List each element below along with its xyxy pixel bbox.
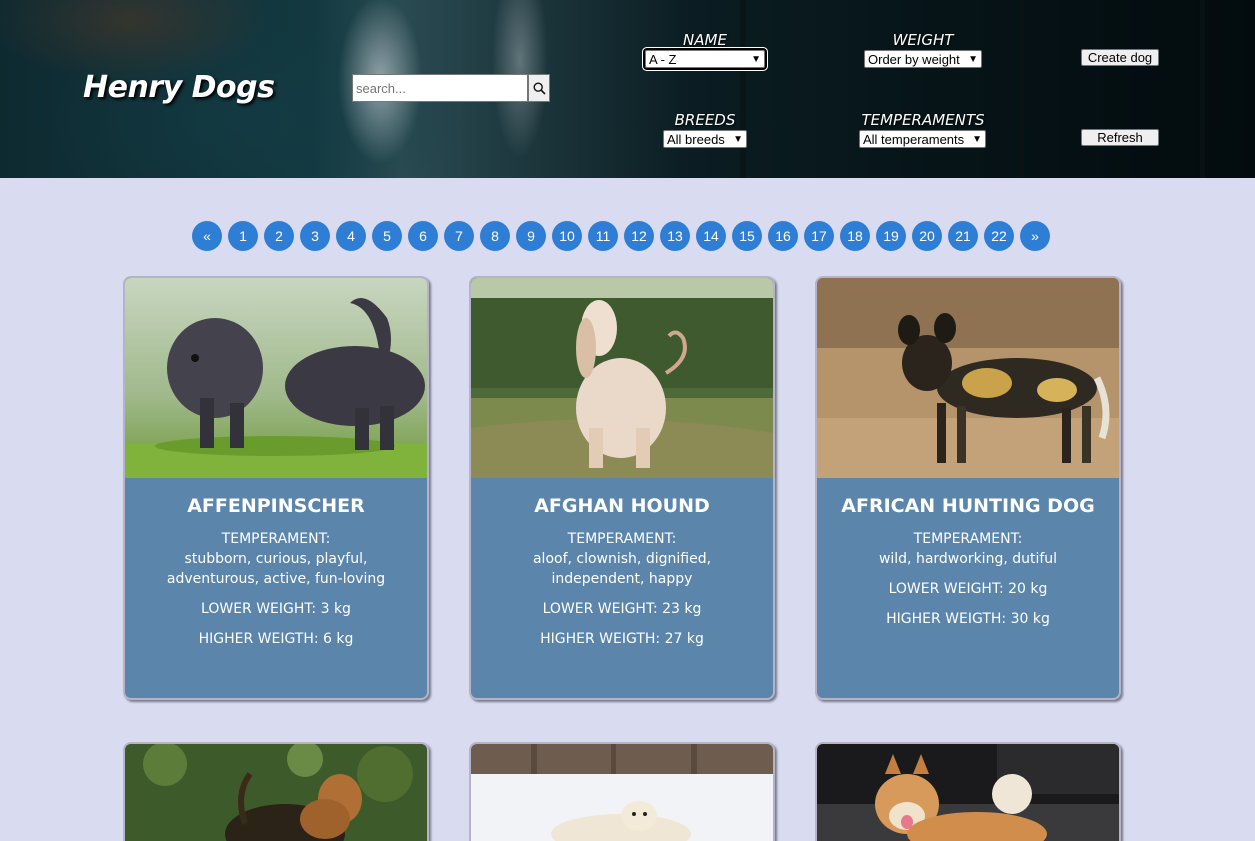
banner-tree-trunk	[1200, 0, 1205, 178]
temperaments-filter-label: TEMPERAMENTS	[861, 111, 985, 129]
dog-photo-image	[471, 744, 773, 841]
dog-card[interactable]	[123, 742, 429, 841]
banner-tree-trunk	[1020, 0, 1024, 178]
higher-weight: HIGHER WEIGTH: 6 kg	[198, 631, 354, 647]
pagination: « 1 2 3 4 5 6 7 8 9 10 11 12 13 14 15 16…	[192, 221, 1050, 251]
page-button[interactable]: 3	[300, 221, 330, 251]
temperaments-value: All temperaments	[863, 131, 965, 147]
temperament-label: TEMPERAMENT:	[913, 531, 1023, 547]
header-banner: Henry Dogs NAME A - Z ▼ WEIGHT Order by …	[0, 0, 1255, 178]
page-button[interactable]: 21	[948, 221, 978, 251]
dog-photo-image	[817, 278, 1119, 478]
dog-photo-african-hunting-dog	[817, 278, 1119, 478]
name-order-select[interactable]: A - Z ▼	[643, 48, 767, 70]
dog-name: AFRICAN HUNTING DOG	[841, 495, 1095, 517]
lower-weight: LOWER WEIGHT: 23 kg	[542, 601, 702, 617]
temperament-text: aloof, clownish, dignified, independent,…	[532, 551, 712, 587]
create-dog-button[interactable]: Create dog	[1081, 49, 1159, 66]
name-filter-label: NAME	[683, 31, 727, 49]
banner-tree-trunk	[740, 0, 746, 178]
lower-weight: LOWER WEIGHT: 20 kg	[888, 581, 1048, 597]
dog-photo-akita	[817, 744, 1119, 841]
dog-card[interactable]: AFFENPINSCHER TEMPERAMENT: stubborn, cur…	[123, 276, 429, 700]
dog-card[interactable]: AFGHAN HOUND TEMPERAMENT: aloof, clownis…	[469, 276, 775, 700]
breeds-value: All breeds	[667, 131, 725, 147]
page-button[interactable]: 8	[480, 221, 510, 251]
page-button[interactable]: 9	[516, 221, 546, 251]
page-next-button[interactable]: »	[1020, 221, 1050, 251]
higher-weight: HIGHER WEIGTH: 30 kg	[886, 611, 1050, 627]
page-button[interactable]: 10	[552, 221, 582, 251]
page-button[interactable]: 11	[588, 221, 618, 251]
page-button[interactable]: 7	[444, 221, 474, 251]
weight-order-select[interactable]: Order by weight ▼	[864, 50, 982, 68]
weight-order-value: Order by weight	[868, 51, 960, 67]
search-input[interactable]	[352, 74, 528, 102]
dog-name: AFFENPINSCHER	[187, 495, 365, 517]
temperament-text: stubborn, curious, playful, adventurous,…	[166, 551, 386, 587]
weight-filter-label: WEIGHT	[892, 31, 954, 49]
breeds-filter-label: BREEDS	[674, 111, 736, 129]
page-button[interactable]: 5	[372, 221, 402, 251]
breeds-select[interactable]: All breeds ▼	[663, 130, 747, 148]
search-icon	[532, 81, 546, 95]
temperament-text: wild, hardworking, dutiful	[878, 551, 1058, 567]
chevron-down-icon: ▼	[972, 133, 982, 145]
page-button[interactable]: 12	[624, 221, 654, 251]
page-button[interactable]: 6	[408, 221, 438, 251]
dog-photo-afghan-hound	[471, 278, 773, 478]
page-button[interactable]: 1	[228, 221, 258, 251]
chevron-down-icon: ▼	[751, 53, 761, 65]
page-prev-button[interactable]: «	[192, 221, 222, 251]
lower-weight: LOWER WEIGHT: 3 kg	[201, 601, 351, 617]
dog-photo-image	[471, 278, 773, 478]
refresh-button[interactable]: Refresh	[1081, 129, 1159, 146]
page-button[interactable]: 20	[912, 221, 942, 251]
dog-photo-affenpinscher	[125, 278, 427, 478]
higher-weight: HIGHER WEIGTH: 27 kg	[540, 631, 704, 647]
dog-photo-airedale	[125, 744, 427, 841]
name-order-value: A - Z	[649, 51, 677, 67]
dog-name: AFGHAN HOUND	[534, 495, 710, 517]
page-button[interactable]: 19	[876, 221, 906, 251]
page-button[interactable]: 14	[696, 221, 726, 251]
temperaments-select[interactable]: All temperaments ▼	[859, 130, 986, 148]
dog-photo-image	[125, 278, 427, 478]
page-button[interactable]: 4	[336, 221, 366, 251]
search-box	[352, 74, 550, 102]
temperament-label: TEMPERAMENT:	[567, 531, 677, 547]
dog-photo-image	[817, 744, 1119, 841]
dog-card[interactable]: AFRICAN HUNTING DOG TEMPERAMENT: wild, h…	[815, 276, 1121, 700]
dog-photo-akbash	[471, 744, 773, 841]
brand-title: Henry Dogs	[83, 70, 275, 105]
dog-card[interactable]	[469, 742, 775, 841]
temperament-label: TEMPERAMENT:	[221, 531, 331, 547]
search-button[interactable]	[528, 74, 550, 102]
page-button[interactable]: 18	[840, 221, 870, 251]
page-button[interactable]: 2	[264, 221, 294, 251]
page-button[interactable]: 15	[732, 221, 762, 251]
dog-photo-image	[125, 744, 427, 841]
page-button[interactable]: 22	[984, 221, 1014, 251]
chevron-down-icon: ▼	[968, 53, 978, 65]
page-button[interactable]: 17	[804, 221, 834, 251]
chevron-down-icon: ▼	[733, 133, 743, 145]
page-button[interactable]: 13	[660, 221, 690, 251]
page-button[interactable]: 16	[768, 221, 798, 251]
dog-card[interactable]	[815, 742, 1121, 841]
